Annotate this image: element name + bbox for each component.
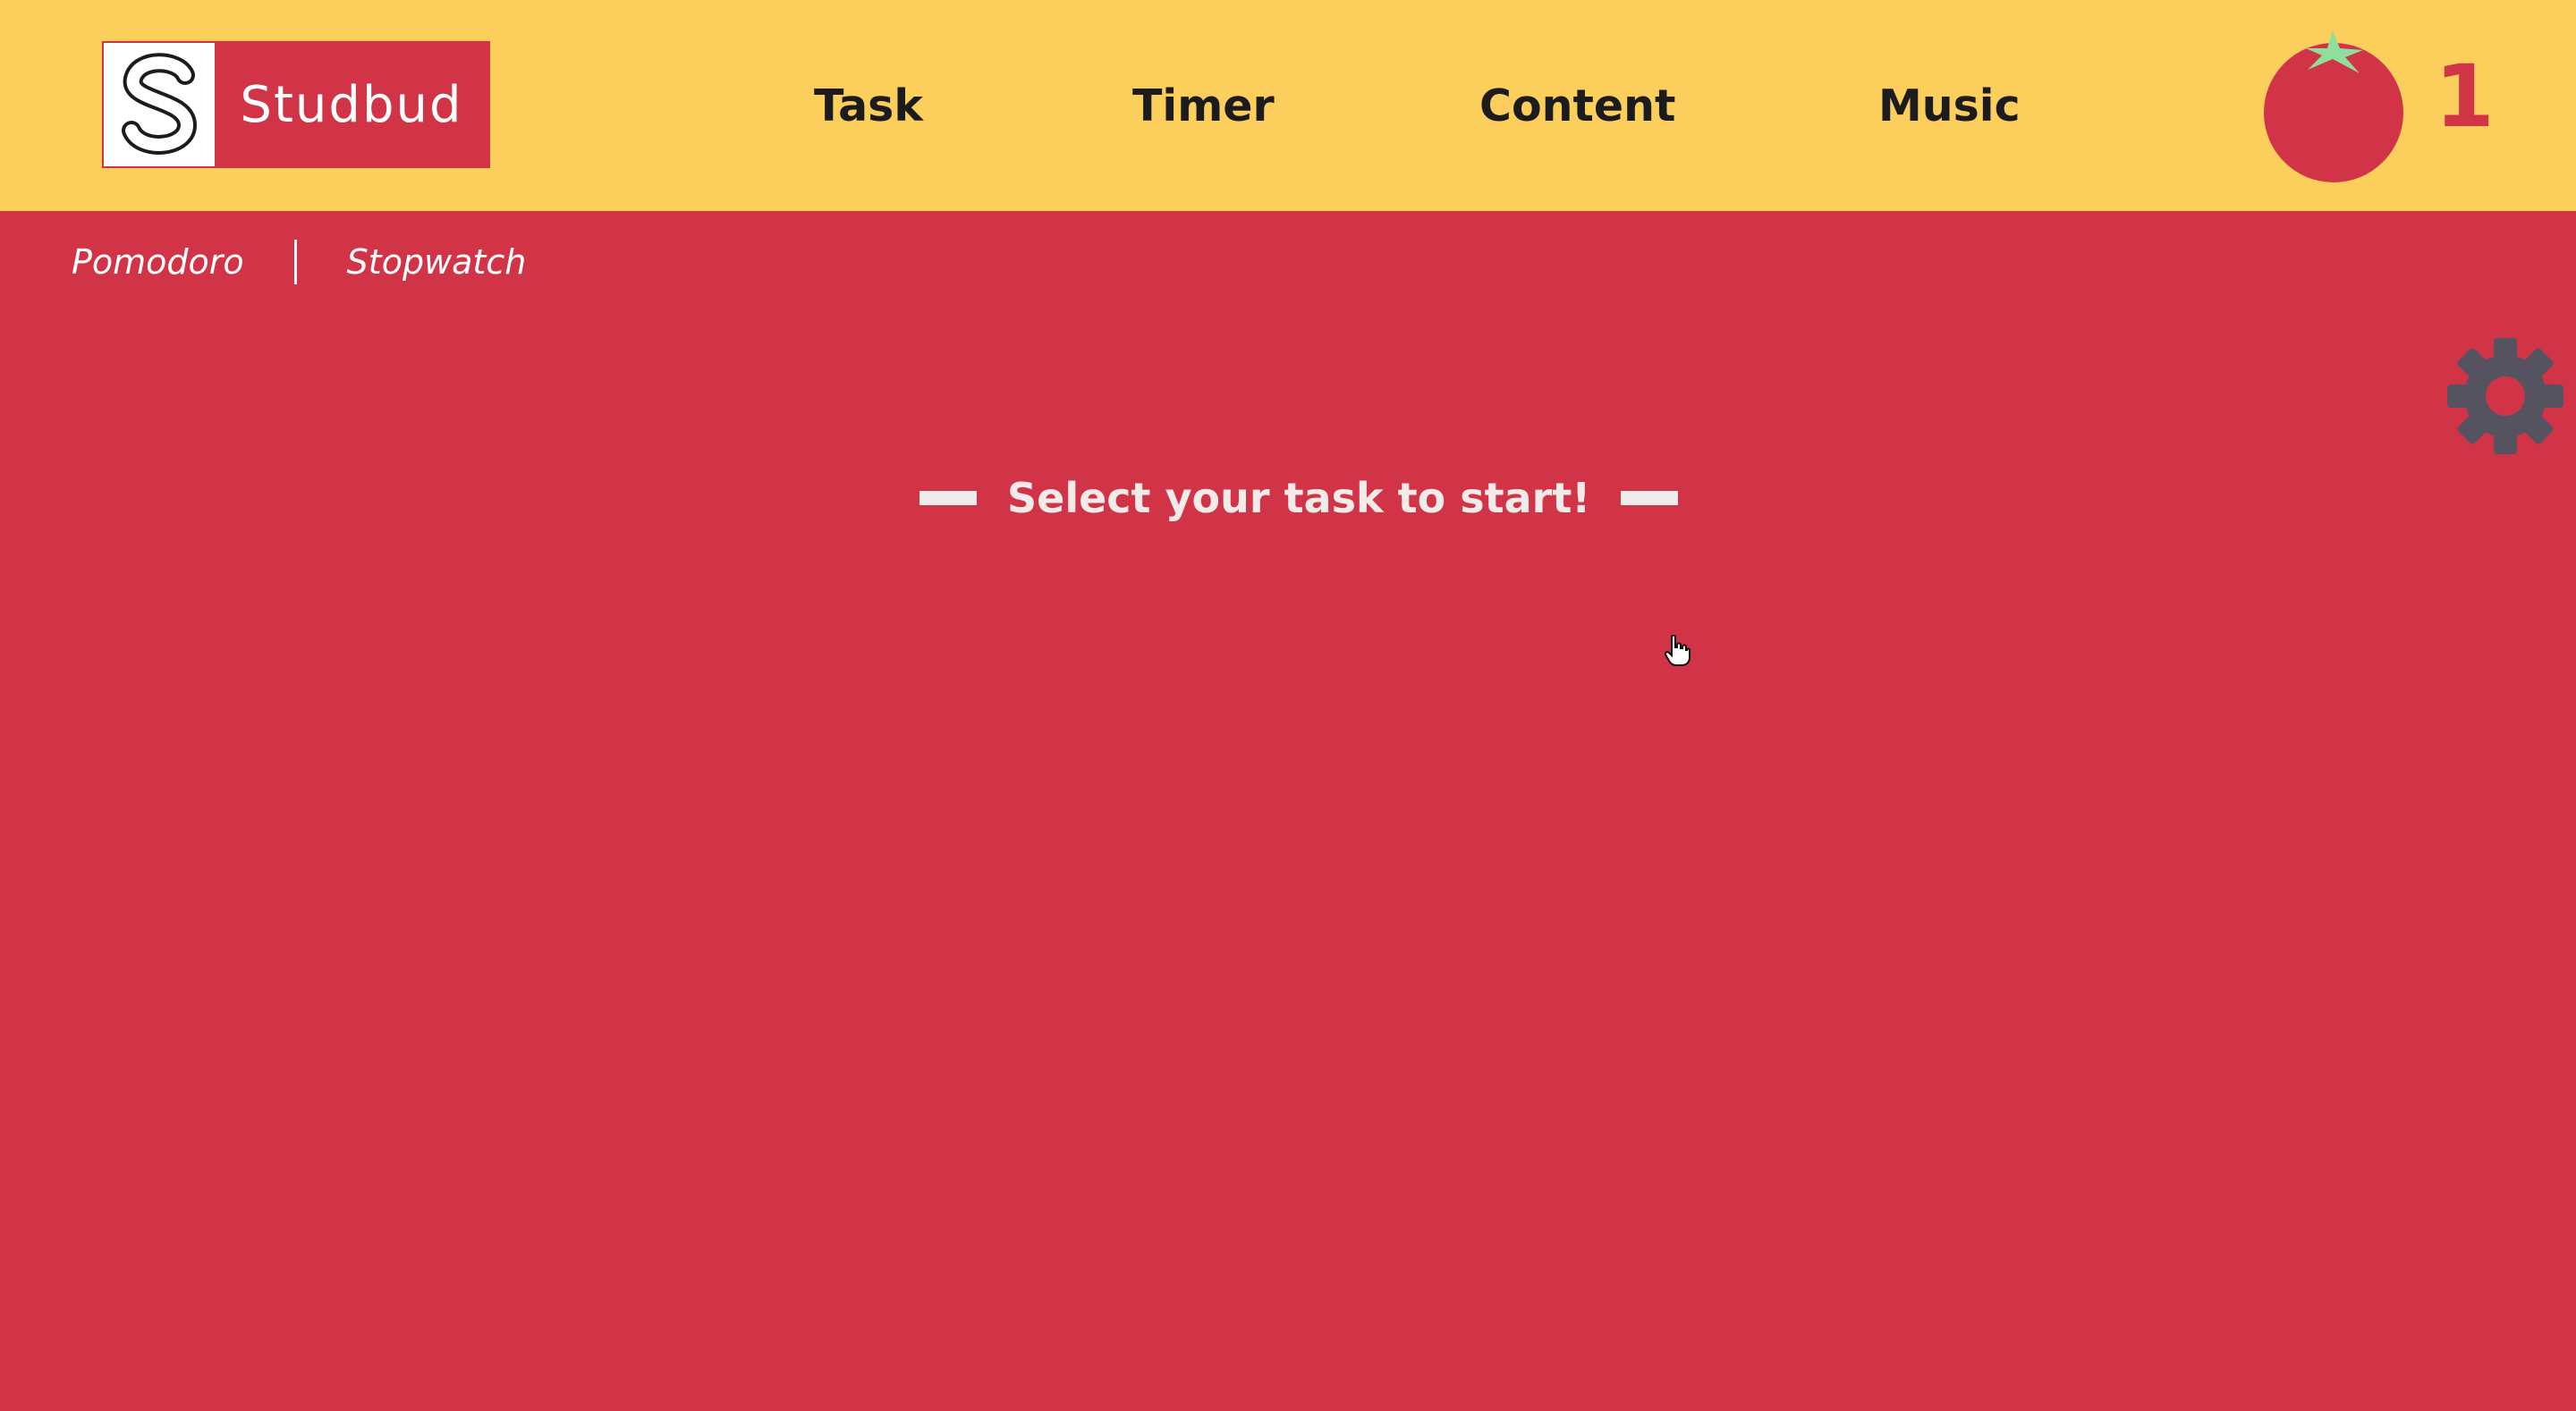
left-dash — [919, 491, 977, 505]
pomodoro-count: 1 — [2435, 46, 2495, 147]
timer-mode-tabs: Pomodoro Stopwatch — [72, 240, 526, 284]
right-dash — [1621, 491, 1679, 505]
studbud-logo[interactable]: Studbud — [102, 41, 490, 168]
nav-content[interactable]: Content — [1479, 0, 1675, 211]
prompt-text: Select your task to start! — [1007, 474, 1591, 522]
tab-divider — [293, 240, 297, 284]
tab-pomodoro[interactable]: Pomodoro — [72, 242, 244, 282]
gear-icon[interactable] — [2447, 338, 2563, 454]
tab-stopwatch[interactable]: Stopwatch — [347, 242, 527, 282]
task-prompt: Select your task to start! — [919, 474, 1679, 522]
logo-text: Studbud — [240, 75, 463, 134]
nav-task[interactable]: Task — [814, 0, 923, 211]
tomato-icon — [2254, 23, 2406, 184]
nav-timer[interactable]: Timer — [1132, 0, 1275, 211]
hand-cursor-icon — [1664, 634, 1690, 667]
nav-music[interactable]: Music — [1878, 0, 2021, 211]
top-header: Studbud Task Timer Content Music 1 — [0, 0, 2576, 211]
s-logo-icon — [104, 43, 215, 166]
